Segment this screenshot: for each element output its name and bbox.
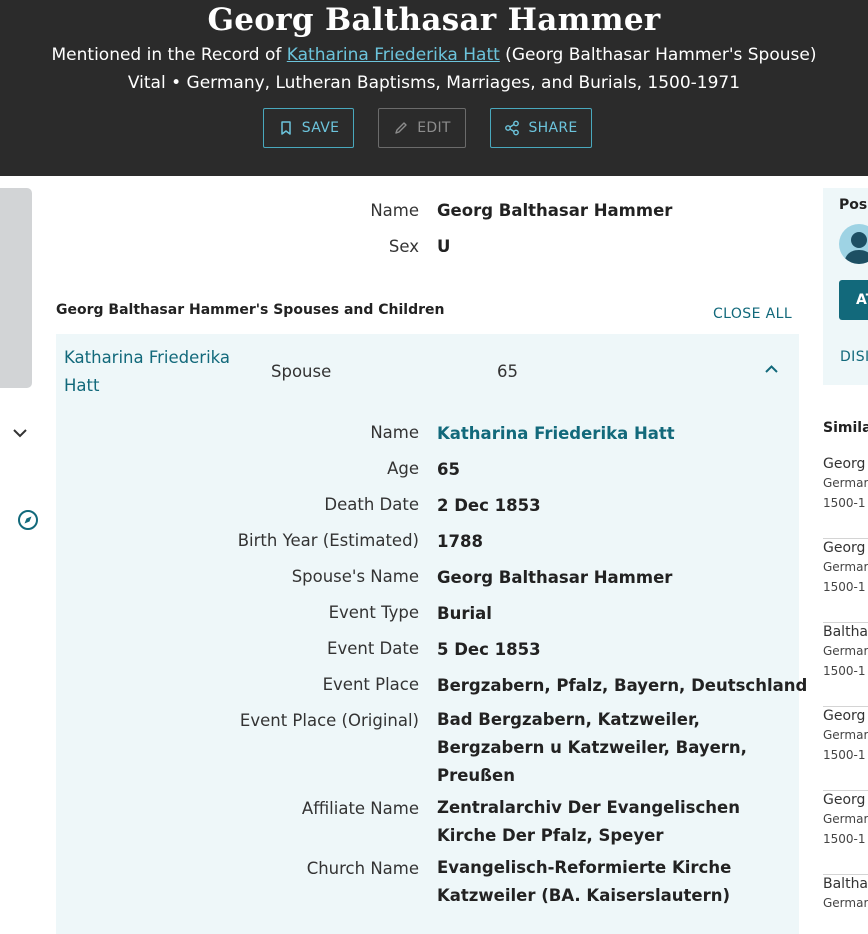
detail-label: Event Place (Original) <box>239 711 419 730</box>
sex-label: Sex <box>388 237 419 256</box>
detail-value: 5 Dec 1853 <box>437 640 541 659</box>
detail-label: Birth Year (Estimated) <box>237 531 419 550</box>
similar-record-name: Baltha <box>823 624 868 640</box>
detail-label: Name <box>370 423 419 442</box>
spouse-name-link[interactable]: Katharina Friederika Hatt <box>64 344 244 400</box>
close-all-button[interactable]: CLOSE ALL <box>713 306 792 322</box>
similar-record-years: 1500-1 <box>823 664 866 678</box>
similar-records-title: Simila <box>823 420 868 436</box>
similar-record-collection: Germar <box>823 728 868 742</box>
mention-prefix: Mentioned in the Record of <box>51 45 287 65</box>
detail-label: Affiliate Name <box>301 799 419 818</box>
similar-record-collection: Germar <box>823 560 868 574</box>
chevron-down-icon[interactable] <box>12 426 28 440</box>
mention-link[interactable]: Katharina Friederika Hatt <box>287 45 500 65</box>
detail-value: Georg Balthasar Hammer <box>437 568 673 587</box>
save-label: SAVE <box>301 120 340 136</box>
name-value: Georg Balthasar Hammer <box>437 201 673 220</box>
mention-line: Mentioned in the Record of Katharina Fri… <box>0 45 868 65</box>
share-button[interactable]: SHARE <box>490 108 592 148</box>
similar-record-years: 1500-1 <box>823 496 866 510</box>
share-label: SHARE <box>528 120 578 136</box>
detail-value: Bergzabern, Pfalz, Bayern, Deutschland <box>437 676 808 695</box>
possible-match-title: Pos <box>839 197 868 213</box>
detail-value: 65 <box>437 460 460 479</box>
detail-value: 2 Dec 1853 <box>437 496 541 515</box>
page-title: Georg Balthasar Hammer <box>207 2 661 38</box>
detail-value: Bad Bergzabern, Katzweiler, Bergzabern u… <box>437 710 747 785</box>
similar-record-item[interactable]: Georg Germar 1500-1 <box>823 791 868 875</box>
detail-value: Burial <box>437 604 492 623</box>
similar-record-item[interactable]: Baltha Germar <box>823 875 868 911</box>
detail-value: Zentralarchiv Der Evangelischen Kirche D… <box>437 798 740 845</box>
similar-record-years: 1500-1 <box>823 580 866 594</box>
similar-record-name: Georg <box>823 792 866 808</box>
similar-record-name: Georg <box>823 456 866 472</box>
compass-icon[interactable] <box>17 509 39 531</box>
attach-button[interactable]: AT <box>839 280 868 320</box>
left-rail-panel[interactable] <box>0 188 32 388</box>
bookmark-icon <box>281 121 291 135</box>
share-icon <box>505 120 520 136</box>
detail-label: Event Type <box>328 603 419 622</box>
spouse-role: Spouse <box>271 362 332 381</box>
detail-label: Church Name <box>306 859 419 878</box>
save-button[interactable]: SAVE <box>263 108 354 148</box>
similar-record-collection: Germar <box>823 896 868 910</box>
detail-label: Death Date <box>324 495 419 514</box>
collection-line: Vital • Germany, Lutheran Baptisms, Marr… <box>127 73 741 93</box>
similar-record-item[interactable]: Baltha Germar 1500-1 <box>823 623 868 707</box>
chevron-up-icon[interactable] <box>764 364 779 374</box>
similar-record-collection: Germar <box>823 812 868 826</box>
spouse-age: 65 <box>497 362 518 381</box>
similar-record-item[interactable]: Georg Germar 1500-1 <box>823 455 868 539</box>
similar-record-name: Baltha <box>823 876 868 892</box>
similar-record-name: Georg <box>823 540 866 556</box>
detail-label: Spouse's Name <box>291 567 419 586</box>
detail-value: 1788 <box>437 532 483 551</box>
detail-value: Evangelisch-Reformierte Kirche Katzweile… <box>437 858 732 905</box>
detail-label: Event Place <box>322 675 419 694</box>
edit-button[interactable]: EDIT <box>378 108 466 148</box>
similar-record-collection: Germar <box>823 476 868 490</box>
similar-record-years: 1500-1 <box>823 748 866 762</box>
detail-label: Age <box>387 459 419 478</box>
similar-record-collection: Germar <box>823 644 868 658</box>
pencil-icon <box>395 122 407 134</box>
detail-label: Event Date <box>327 639 419 658</box>
dismiss-button[interactable]: DISI <box>840 349 868 365</box>
name-label: Name <box>370 201 419 220</box>
spouses-section-title: Georg Balthasar Hammer's Spouses and Chi… <box>56 302 445 318</box>
detail-value-link[interactable]: Katharina Friederika Hatt <box>437 420 675 448</box>
mention-suffix: (Georg Balthasar Hammer's Spouse) <box>499 45 817 65</box>
similar-record-item[interactable]: Georg Germar 1500-1 <box>823 539 868 623</box>
similar-record-name: Georg <box>823 708 866 724</box>
similar-record-years: 1500-1 <box>823 832 866 846</box>
sex-value: U <box>437 237 451 256</box>
edit-label: EDIT <box>417 120 451 136</box>
similar-record-item[interactable]: Georg Germar 1500-1 <box>823 707 868 791</box>
record-header: Georg Balthasar Hammer Mentioned in the … <box>0 0 868 176</box>
